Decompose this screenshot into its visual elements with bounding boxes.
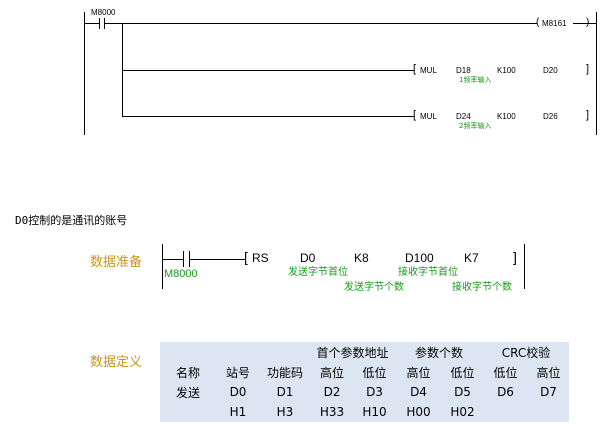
- table-cell: D2: [310, 382, 354, 402]
- table-send-row: 发送 D0 D1 D2 D3 D4 D5 D6 D7: [160, 382, 569, 402]
- mul1-op: MUL: [420, 66, 437, 75]
- coil-open-paren: (: [536, 17, 540, 28]
- mul2-comment: 2频率输入: [459, 122, 492, 130]
- table-value-row: H1 H3 H33 H10 H00 H02: [160, 402, 569, 422]
- coil-wire-right: [573, 23, 596, 24]
- table-title-row: 名称 站号 功能码 高位 低位 高位 低位 低位 高位: [160, 362, 569, 382]
- table-cell: H02: [442, 402, 483, 422]
- note-text: D0控制的是通讯的账号: [15, 214, 128, 227]
- group-header-param-count: 参数个数: [395, 342, 483, 362]
- contact-m8000-label: M8000: [91, 8, 116, 17]
- mul2-wire: [122, 116, 414, 117]
- rs-comment-3: 接收字节首位: [398, 267, 458, 278]
- table-cell: [160, 402, 216, 422]
- rs-comment-4: 接收字节个数: [452, 282, 512, 293]
- mul2-k: K100: [497, 112, 516, 121]
- table-cell: 发送: [160, 382, 216, 402]
- table-cell: H3: [260, 402, 310, 422]
- rs-param-4: K7: [464, 251, 479, 265]
- coil-m8161-label: M8161: [542, 19, 567, 28]
- prep-right-rail: [524, 244, 525, 289]
- table-cell: 高位: [310, 362, 354, 382]
- prep-wire-2: [190, 259, 245, 260]
- rs-bracket-open: [: [244, 249, 248, 265]
- contact-bar-left: [99, 18, 100, 29]
- table-group-header-row: 首个参数地址 参数个数 CRC校验: [160, 342, 569, 362]
- table-cell: [483, 402, 528, 422]
- table-cell: H10: [354, 402, 395, 422]
- data-definition-table: 首个参数地址 参数个数 CRC校验 名称 站号 功能码 高位 低位 高位 低位 …: [160, 342, 569, 422]
- mul1-src: D18: [456, 66, 471, 75]
- data-prep-label: 数据准备: [90, 255, 143, 270]
- table-cell: H1: [216, 402, 260, 422]
- mul1-k: K100: [497, 66, 516, 75]
- mul2-src: D24: [456, 112, 471, 121]
- right-power-rail: [596, 12, 597, 135]
- rs-comment-2: 发送字节个数: [344, 282, 404, 293]
- table-cell: D3: [354, 382, 395, 402]
- group-header-first-address: 首个参数地址: [310, 342, 395, 362]
- data-def-label: 数据定义: [90, 355, 143, 370]
- prep-wire-1: [163, 259, 183, 260]
- left-power-rail: [84, 12, 85, 135]
- table-cell: D0: [216, 382, 260, 402]
- mul1-bracket-close: ]: [586, 63, 590, 75]
- mul1-wire: [122, 70, 414, 71]
- table-cell: D6: [483, 382, 528, 402]
- prep-left-rail: [162, 244, 163, 289]
- table-cell: D5: [442, 382, 483, 402]
- rs-comment-1: 发送字节首位: [288, 267, 348, 278]
- table-cell: 高位: [395, 362, 442, 382]
- table-cell: H33: [310, 402, 354, 422]
- mul2-dst: D26: [543, 112, 558, 121]
- mul2-bracket-open: [: [413, 109, 417, 121]
- coil-close-paren: ): [586, 17, 590, 28]
- mul2-bracket-close: ]: [586, 109, 590, 121]
- rs-instr: RS: [252, 251, 269, 265]
- rung-1-wire: [105, 23, 537, 24]
- table-cell: D4: [395, 382, 442, 402]
- table-cell: 高位: [528, 362, 569, 382]
- table-cell: 低位: [354, 362, 395, 382]
- mul1-comment: 1频率输入: [459, 76, 492, 84]
- table-cell: 功能码: [260, 362, 310, 382]
- table-cell: 低位: [442, 362, 483, 382]
- table-cell: D7: [528, 382, 569, 402]
- table-cell: [528, 402, 569, 422]
- prep-contact-label: M8000: [164, 268, 198, 280]
- rs-param-2: K8: [354, 251, 369, 265]
- table-cell: 站号: [216, 362, 260, 382]
- rs-bracket-close: ]: [513, 249, 517, 265]
- mul2-op: MUL: [420, 112, 437, 121]
- contact-wire-left: [85, 23, 99, 24]
- table-cell: 名称: [160, 362, 216, 382]
- group-header-crc: CRC校验: [483, 342, 569, 362]
- prep-contact-bar-left: [183, 251, 184, 267]
- table-cell: H00: [395, 402, 442, 422]
- mul1-dst: D20: [543, 66, 558, 75]
- mul1-bracket-open: [: [413, 63, 417, 75]
- table-cell: D1: [260, 382, 310, 402]
- table-cell: 低位: [483, 362, 528, 382]
